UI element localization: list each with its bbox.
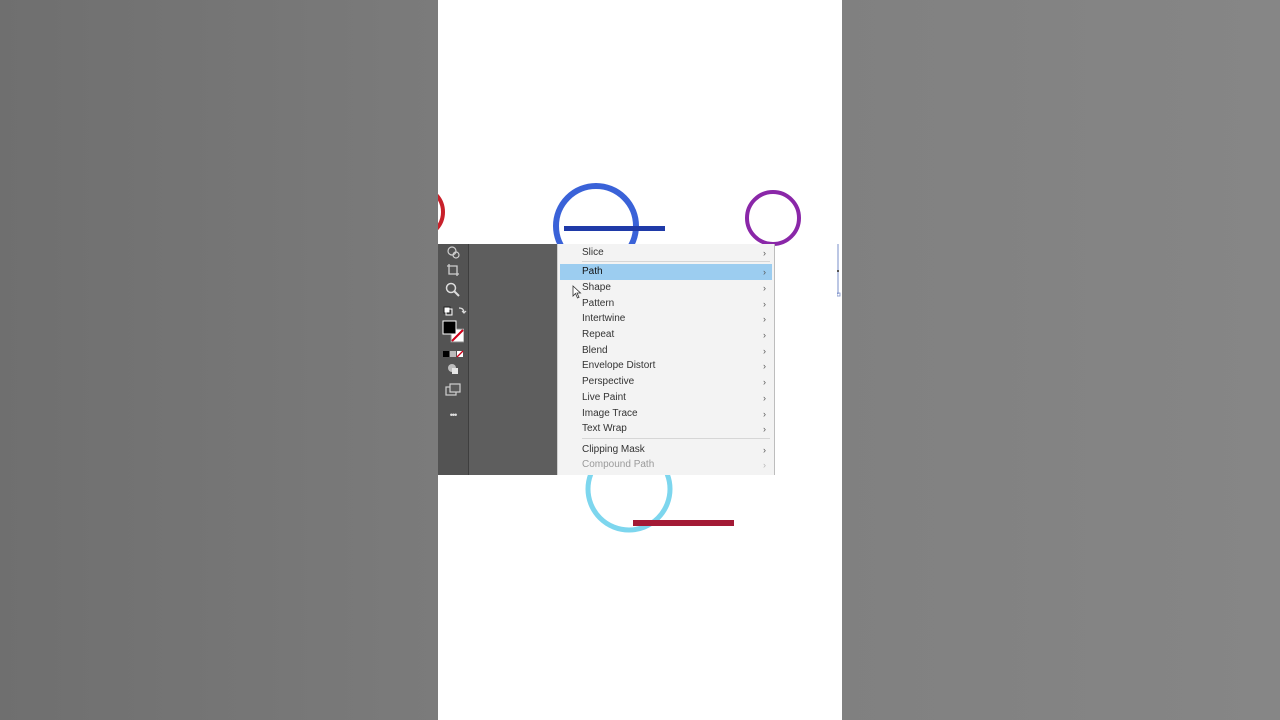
chevron-right-icon: › — [763, 248, 766, 258]
shape-builder-icon — [447, 246, 460, 259]
menu-item-label: Pattern — [582, 298, 615, 309]
menu-item-live-paint[interactable]: Live Paint › — [560, 390, 772, 406]
more-tools-icon[interactable]: ••• — [442, 406, 464, 424]
fill-stroke-icon — [442, 320, 464, 343]
context-menu: Slice › Path › Shape › Pattern › Intertwine › Repe… — [557, 244, 775, 475]
artboard-tool[interactable] — [442, 261, 464, 279]
chevron-right-icon: › — [763, 267, 766, 277]
chevron-right-icon: › — [763, 424, 766, 434]
menu-item-label: Slice — [582, 247, 604, 258]
red-circle-shape[interactable] — [438, 187, 445, 237]
chevron-right-icon: › — [763, 393, 766, 403]
screen-mode-control[interactable] — [442, 381, 464, 399]
menu-item-label: Text Wrap — [582, 423, 627, 434]
draw-modes-icon — [448, 364, 458, 374]
artboard[interactable]: ••• Slice › Path › Shape › Pattern › Intertwine ›… — [438, 0, 842, 720]
fill-stroke-control[interactable] — [442, 320, 464, 344]
menu-item-image-trace[interactable]: Image Trace › — [560, 406, 772, 422]
menu-separator — [582, 438, 770, 439]
tools-panel: ••• — [438, 244, 469, 475]
red-bar-shape[interactable] — [633, 520, 734, 526]
menu-item-label: Repeat — [582, 329, 615, 340]
menu-item-label: Shape — [582, 282, 611, 293]
menu-item-shape[interactable]: Shape › — [560, 280, 772, 296]
menu-item-label: Perspective — [582, 376, 635, 387]
bounding-guide — [837, 244, 841, 297]
menu-item-repeat[interactable]: Repeat › — [560, 327, 772, 343]
chevron-right-icon: › — [763, 314, 766, 324]
swap-colors-icon — [443, 306, 467, 316]
chevron-right-icon: › — [763, 346, 766, 356]
zoom-tool[interactable] — [442, 281, 464, 299]
purple-circle-shape[interactable] — [745, 190, 801, 246]
menu-item-pattern[interactable]: Pattern › — [560, 296, 772, 312]
screen-mode-icon — [445, 383, 461, 396]
canvas-area — [469, 244, 557, 475]
menu-item-label: Intertwine — [582, 313, 626, 324]
menu-item-envelope-distort[interactable]: Envelope Distort › — [560, 358, 772, 374]
shape-builder-tool[interactable] — [442, 244, 464, 262]
menu-item-clipping-mask[interactable]: Clipping Mask › — [560, 442, 772, 458]
illustrator-window: ••• Slice › Path › Shape › Pattern › Intertwine ›… — [438, 244, 775, 475]
menu-item-label: Clipping Mask — [582, 444, 645, 455]
chevron-right-icon: › — [763, 409, 766, 419]
menu-item-label: Envelope Distort — [582, 360, 656, 371]
mouse-cursor-icon — [572, 285, 582, 299]
chevron-right-icon: › — [763, 445, 766, 455]
draw-modes-control[interactable] — [442, 360, 464, 378]
menu-item-path[interactable]: Path › — [560, 264, 772, 280]
chevron-right-icon: › — [763, 330, 766, 340]
blue-bar-shape[interactable] — [564, 226, 665, 231]
menu-item-text-wrap[interactable]: Text Wrap › — [560, 421, 772, 437]
menu-item-compound-path: Compound Path › — [560, 457, 772, 473]
chevron-right-icon: › — [763, 377, 766, 387]
menu-item-label: Image Trace — [582, 408, 638, 419]
chevron-right-icon: › — [763, 460, 766, 470]
swap-colors-tool[interactable] — [442, 302, 468, 320]
chevron-right-icon: › — [763, 283, 766, 293]
menu-item-blend[interactable]: Blend › — [560, 343, 772, 359]
menu-item-label: Path — [582, 266, 603, 277]
artboard-icon — [447, 264, 459, 276]
chevron-right-icon: › — [763, 361, 766, 371]
menu-separator — [582, 261, 770, 262]
menu-item-label: Compound Path — [582, 459, 655, 470]
menu-item-label: Live Paint — [582, 392, 626, 403]
color-modes-icon — [443, 350, 464, 358]
zoom-icon — [445, 282, 460, 297]
menu-item-perspective[interactable]: Perspective › — [560, 374, 772, 390]
menu-item-slice[interactable]: Slice › — [560, 245, 772, 261]
menu-item-label: Blend — [582, 345, 608, 356]
menu-item-intertwine[interactable]: Intertwine › — [560, 311, 772, 327]
chevron-right-icon: › — [763, 299, 766, 309]
